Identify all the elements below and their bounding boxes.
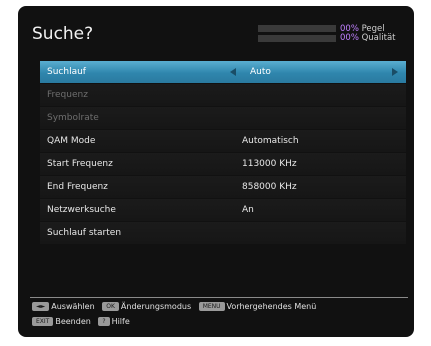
menu-row-start-frequenz[interactable]: Start Frequenz 113000 KHz: [40, 153, 406, 175]
menu-row-suchlauf-starten[interactable]: Suchlauf starten: [40, 222, 406, 244]
footer-select-label: Auswählen: [51, 302, 95, 311]
signal-quality-readout: 00% Qualität: [340, 33, 396, 43]
tv-screen: Suche? 00% Pegel 00% Qualität Suchlauf A…: [18, 6, 414, 337]
signal-quality-bar: [258, 35, 336, 42]
menu-row-label: Symbolrate: [47, 113, 99, 123]
menu-row-label: Start Frequenz: [47, 159, 113, 169]
footer-select: ◄► Auswählen: [32, 302, 95, 311]
footer-help-line-1: ◄► Auswählen OK Änderungsmodus MENU Vorherg…: [32, 302, 321, 311]
footer-help-label: Hilfe: [111, 317, 130, 326]
footer-edit-label: Änderungsmodus: [120, 302, 192, 311]
menu-row-label: Suchlauf starten: [47, 228, 122, 238]
footer-exit: EXIT Beenden: [32, 317, 91, 326]
menu-row-value: Automatisch: [242, 136, 299, 146]
menu-row-frequenz: Frequenz: [40, 84, 406, 106]
footer-edit: OK Änderungsmodus: [102, 302, 191, 311]
arrow-right-icon[interactable]: [392, 68, 398, 76]
signal-quality-percent: 00%: [340, 33, 359, 43]
footer-help-line-2: EXIT Beenden ? Hilfe: [32, 317, 135, 326]
menu-row-qam-mode[interactable]: QAM Mode Automatisch: [40, 130, 406, 152]
signal-quality-label: Qualität: [361, 33, 396, 43]
left-right-key-icon: ◄►: [32, 302, 50, 311]
menu-key-icon: MENU: [198, 302, 225, 311]
menu-row-label: Netzwerksuche: [47, 205, 116, 215]
menu-row-value: An: [242, 205, 254, 215]
menu-row-label: Frequenz: [47, 90, 88, 100]
menu-row-netzwerksuche[interactable]: Netzwerksuche An: [40, 199, 406, 221]
menu-row-label: QAM Mode: [47, 136, 96, 146]
page-title: Suche?: [32, 24, 94, 44]
menu-row-suchlauf[interactable]: Suchlauf Auto: [40, 61, 406, 83]
scan-settings-menu: Suchlauf Auto Frequenz Symbolrate QAM Mo…: [40, 61, 406, 245]
menu-row-label: Suchlauf: [47, 67, 86, 77]
menu-row-end-frequenz[interactable]: End Frequenz 858000 KHz: [40, 176, 406, 198]
footer-exit-label: Beenden: [55, 317, 91, 326]
footer-back-label: Vorhergehendes Menü: [226, 302, 317, 311]
menu-row-value: 113000 KHz: [242, 159, 297, 169]
ok-key-icon: OK: [102, 302, 119, 311]
footer-back: MENU Vorhergehendes Menü: [198, 302, 317, 311]
help-key-icon: ?: [98, 317, 110, 326]
footer-help: ? Hilfe: [98, 317, 130, 326]
arrow-left-icon[interactable]: [230, 68, 236, 76]
footer-divider: [30, 297, 408, 298]
menu-row-symbolrate: Symbolrate: [40, 107, 406, 129]
menu-row-value: Auto: [250, 67, 271, 77]
signal-level-bar: [258, 25, 336, 32]
menu-row-value: 858000 KHz: [242, 182, 297, 192]
menu-row-label: End Frequenz: [47, 182, 108, 192]
exit-key-icon: EXIT: [32, 317, 54, 326]
